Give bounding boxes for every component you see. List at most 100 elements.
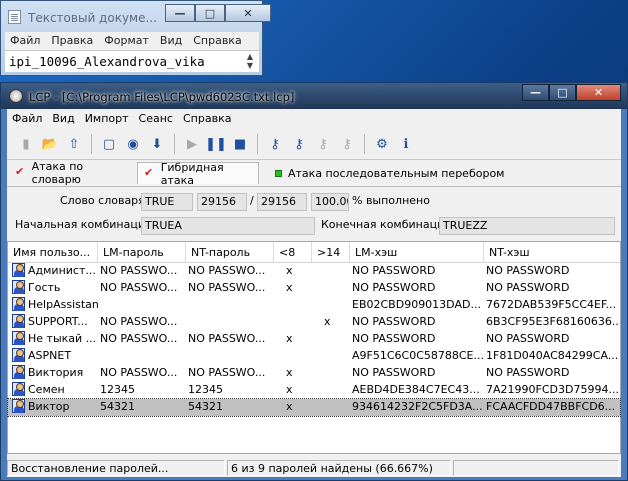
table-row[interactable]: Семен 12345 12345 x AEBD4DE384C7EC43... 7A219… xyxy=(8,382,620,399)
cell-nt: 12345 xyxy=(188,383,223,396)
notepad-menu-format[interactable]: Формат xyxy=(99,32,155,50)
table-row[interactable]: Виктория NO PASSWO... NO PASSWO... x NO PASS… xyxy=(8,365,620,382)
notepad-text-content: ipi_10096_Alexandrova_vika xyxy=(9,54,205,69)
cell-nt: NO PASSWO... xyxy=(188,281,266,294)
cell-lmhash: NO PASSWORD xyxy=(352,366,436,379)
menu-file[interactable]: Файл xyxy=(7,109,47,128)
nt-key-icon[interactable]: ⚷ xyxy=(288,133,310,155)
user-account-icon xyxy=(12,382,26,397)
help-icon[interactable]: ℹ xyxy=(395,133,417,155)
lm-key-icon[interactable]: ⚷ xyxy=(264,133,286,155)
tab-dictionary-attack[interactable]: Атака по словарю xyxy=(9,160,133,186)
cell-lm: NO PASSWO... xyxy=(100,264,178,277)
status-square-icon xyxy=(275,169,282,177)
menu-help[interactable]: Справка xyxy=(178,109,236,128)
cell-nt: 54321 xyxy=(188,400,223,413)
open-icon[interactable]: 📂 xyxy=(39,133,61,155)
cell-lmhash: NO PASSWORD xyxy=(352,332,436,345)
stop-icon[interactable]: ■ xyxy=(229,133,251,155)
menu-view[interactable]: Вид xyxy=(47,109,79,128)
percent-suffix: % выполнено xyxy=(352,194,430,207)
tab-label: Атака по словарю xyxy=(31,160,84,186)
table-row[interactable]: Виктор 54321 54321 x 934614232F2C5FD3A... FCA… xyxy=(7,398,621,417)
progress-total-field: 29156 xyxy=(257,193,307,211)
column-header-lm-password[interactable]: LM-пароль xyxy=(98,242,186,262)
cell-lm: NO PASSWO... xyxy=(100,315,178,328)
lcp-app-icon xyxy=(9,89,23,103)
lcp-client-area: Файл Вид Импорт Сеанс Справка ▮ 📂 ⇧ ▢ ◉ ⬇ ▶ ❚❚ ■… xyxy=(7,109,621,477)
cell-nthash: 1F81D040AC84299CA... xyxy=(486,349,618,362)
toolbar-separator xyxy=(174,134,175,154)
notepad-menu-bar: Файл Правка Формат Вид Справка xyxy=(5,32,259,50)
notepad-scroll-arrows-icon[interactable]: ▲ ▼ xyxy=(242,52,258,71)
status-middle: 6 из 9 паролей найдены (66.667%) xyxy=(227,460,451,476)
table-row[interactable]: Гость NO PASSWO... NO PASSWO... x NO PASSWOR… xyxy=(8,280,620,297)
cell-nthash: 7A21990FCD3D75994... xyxy=(486,383,618,396)
menu-session[interactable]: Сеанс xyxy=(134,109,178,128)
cell-nthash: NO PASSWORD xyxy=(486,264,570,277)
nt-key-disabled-icon[interactable]: ⚷ xyxy=(336,133,358,155)
dict-word-label: Слово словаря: xyxy=(60,194,149,207)
lcp-close-button[interactable]: ✕ xyxy=(576,84,621,101)
accounts-table: Имя пользо... LM-пароль NT-пароль <8 >14… xyxy=(7,241,621,454)
table-row[interactable]: SUPPORT... NO PASSWO... x NO PASSWORD 6B3CF9… xyxy=(8,314,620,331)
cell-lmhash: A9F51C6C0C58788CE... xyxy=(352,349,484,362)
column-header-nt-hash[interactable]: NT-хэш xyxy=(484,242,620,262)
import-local-icon[interactable]: ▢ xyxy=(98,133,120,155)
checkmark-icon xyxy=(144,166,156,180)
tab-hybrid-attack[interactable]: Гибридная атака xyxy=(137,161,259,187)
tab-brute-force-attack[interactable]: Атака последовательным перебором xyxy=(265,162,515,184)
column-header-gt14[interactable]: >14 xyxy=(312,242,350,262)
notepad-menu-edit[interactable]: Правка xyxy=(46,32,99,50)
cell-user-name: ASPNET xyxy=(28,349,72,362)
table-header: Имя пользо... LM-пароль NT-пароль <8 >14… xyxy=(8,242,620,263)
table-row[interactable]: Не тыкай ... NO PASSWO... NO PASSWO... x NO … xyxy=(8,331,620,348)
pause-icon[interactable]: ❚❚ xyxy=(205,133,227,155)
cell-lmhash: NO PASSWORD xyxy=(352,264,436,277)
column-header-lm-hash[interactable]: LM-хэш xyxy=(350,242,484,262)
table-row[interactable]: HelpAssistant EB02CBD909013DAD... 7672DAB5… xyxy=(8,297,620,314)
cell-lmhash: 934614232F2C5FD3A... xyxy=(352,400,483,413)
cell-user-name: Не тыкай ... xyxy=(28,332,97,345)
status-left: Восстановление паролей... xyxy=(7,460,225,476)
notepad-menu-view[interactable]: Вид xyxy=(155,32,188,50)
play-icon[interactable]: ▶ xyxy=(181,133,203,155)
cell-nthash: 7672DAB539F5CC4EF... xyxy=(486,298,617,311)
lcp-toolbar: ▮ 📂 ⇧ ▢ ◉ ⬇ ▶ ❚❚ ■ ⚷ ⚷ ⚷ ⚷ ⚙ ℹ xyxy=(9,131,619,157)
lcp-minimize-button[interactable]: — xyxy=(522,84,549,101)
cell-nthash: FCAACFDD47BBFCD6... xyxy=(486,400,616,413)
table-row[interactable]: ASPNET A9F51C6C0C58788CE... 1F81D040AC8429… xyxy=(8,348,620,365)
cell-lt8: x xyxy=(286,383,293,396)
notepad-title-bar[interactable]: Текстовый докуме... — □ ✕ xyxy=(1,1,271,31)
cell-user-name: Гость xyxy=(28,281,61,294)
cell-lmhash: EB02CBD909013DAD... xyxy=(352,298,481,311)
toolbar-separator xyxy=(364,134,365,154)
column-header-nt-password[interactable]: NT-пароль xyxy=(186,242,274,262)
cell-nt: NO PASSWO... xyxy=(188,332,266,345)
column-header-lt8[interactable]: <8 xyxy=(274,242,312,262)
menu-import[interactable]: Импорт xyxy=(80,109,134,128)
lcp-maximize-button[interactable]: □ xyxy=(549,84,576,101)
cell-user-name: Семен xyxy=(28,383,65,396)
user-account-icon xyxy=(12,280,26,295)
cell-nt: NO PASSWO... xyxy=(188,366,266,379)
column-header-user[interactable]: Имя пользо... xyxy=(8,242,98,262)
new-icon[interactable]: ▮ xyxy=(15,133,37,155)
notepad-close-button[interactable]: ✕ xyxy=(225,4,271,22)
cell-lm: NO PASSWO... xyxy=(100,366,178,379)
lcp-title-bar[interactable]: LCP - [C:\Program Files\LCP\pwd6023C.txt… xyxy=(1,83,627,109)
notepad-minimize-button[interactable]: — xyxy=(165,4,195,22)
notepad-menu-help[interactable]: Справка xyxy=(188,32,247,50)
cell-lt8: x xyxy=(286,281,293,294)
notepad-text-area[interactable]: ipi_10096_Alexandrova_vika ▲ ▼ xyxy=(5,50,259,72)
notepad-maximize-button[interactable]: □ xyxy=(195,4,225,22)
options-icon[interactable]: ⚙ xyxy=(371,133,393,155)
notepad-menu-file[interactable]: Файл xyxy=(5,32,46,50)
save-icon[interactable]: ⇧ xyxy=(63,133,85,155)
download-icon[interactable]: ⬇ xyxy=(146,133,168,155)
lm-key-disabled-icon[interactable]: ⚷ xyxy=(312,133,334,155)
table-row[interactable]: Админист... NO PASSWO... NO PASSWO... x NO P… xyxy=(8,263,620,280)
percent-field: 100.00 xyxy=(311,193,349,211)
import-remote-icon[interactable]: ◉ xyxy=(122,133,144,155)
tab-label: Атака последовательным перебором xyxy=(288,166,505,180)
